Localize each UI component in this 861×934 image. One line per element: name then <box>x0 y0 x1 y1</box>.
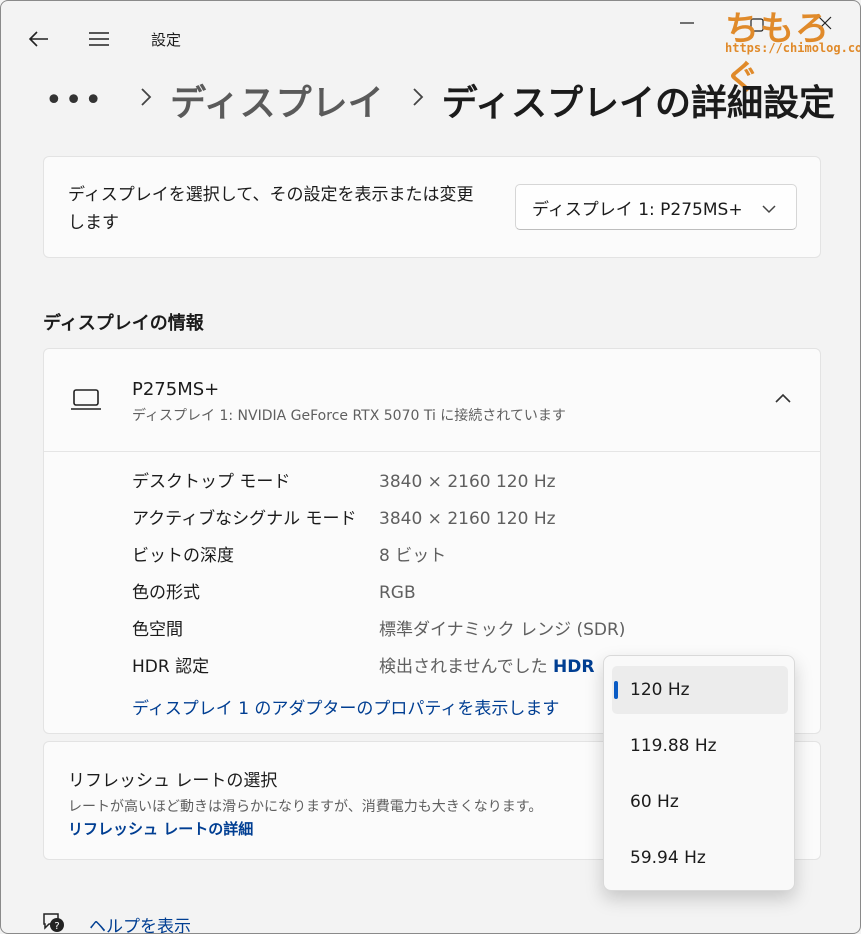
prop-label: ビットの深度 <box>132 546 234 566</box>
hdr-link[interactable]: HDR <box>553 657 594 677</box>
app-title: 設定 <box>151 31 182 49</box>
select-display-card: ディスプレイを選択して、その設定を表示または変更します ディスプレイ 1: P2… <box>43 156 821 258</box>
display-dropdown-value: ディスプレイ 1: P275MS+ <box>532 199 743 220</box>
display-info-header[interactable]: P275MS+ ディスプレイ 1: NVIDIA GeForce RTX 507… <box>44 349 820 452</box>
breadcrumb-item-display[interactable]: ディスプレイ <box>170 74 383 126</box>
hdr-status: 検出されませんでした HDR <box>379 654 594 680</box>
prop-label: 色の形式 <box>132 583 200 603</box>
title-bar: 設定 ちもろぐ https://chimolog.co/ <box>1 1 861 98</box>
adapter-properties-link[interactable]: ディスプレイ 1 のアダプターのプロパティを表示します <box>132 694 559 719</box>
settings-window: 設定 ちもろぐ https://chimolog.co/ ••• ディスプレイ … <box>0 0 861 934</box>
option-label: 59.94 Hz <box>630 848 706 868</box>
back-arrow-icon[interactable] <box>23 23 55 55</box>
help-link-row[interactable]: ? ヘルプを表示 <box>41 911 191 934</box>
prop-value: 標準ダイナミック レンジ (SDR) <box>379 620 626 640</box>
selection-indicator <box>614 681 618 699</box>
prop-label: アクティブなシグナル モード <box>132 509 357 529</box>
prop-label: デスクトップ モード <box>132 472 291 492</box>
chevron-up-icon[interactable] <box>774 389 792 408</box>
option-label: 119.88 Hz <box>630 736 717 756</box>
refresh-rate-option[interactable]: 119.88 Hz <box>612 722 788 770</box>
chevron-right-icon <box>412 87 424 113</box>
prop-value: 3840 × 2160 120 Hz <box>379 472 556 492</box>
option-label: 60 Hz <box>630 792 679 812</box>
display-name: P275MS+ <box>132 379 220 400</box>
minimize-icon[interactable] <box>673 13 701 33</box>
prop-value: 検出されませんでした <box>379 657 548 677</box>
watermark-url: https://chimolog.co/ <box>725 41 861 55</box>
display-dropdown[interactable]: ディスプレイ 1: P275MS+ <box>515 184 797 230</box>
chevron-down-icon <box>762 199 776 219</box>
refresh-rate-option[interactable]: 59.94 Hz <box>612 834 788 882</box>
laptop-icon <box>70 389 102 415</box>
select-display-description: ディスプレイを選択して、その設定を表示または変更します <box>68 185 474 233</box>
prop-value: RGB <box>379 583 416 603</box>
refresh-rate-option[interactable]: 60 Hz <box>612 778 788 826</box>
page-title: ディスプレイの詳細設定 <box>441 83 836 124</box>
svg-text:?: ? <box>54 921 59 932</box>
refresh-rate-description: レートが高いほど動きは滑らかになりますが、消費電力も大きくなります。 <box>68 799 543 815</box>
prop-value: 3840 × 2160 120 Hz <box>379 509 556 529</box>
help-label: ヘルプを表示 <box>89 916 191 934</box>
breadcrumb: ••• ディスプレイ ディスプレイの詳細設定 <box>45 75 835 125</box>
section-title-display-info: ディスプレイの情報 <box>43 313 204 334</box>
refresh-rate-details-link[interactable]: リフレッシュ レートの詳細 <box>68 818 253 839</box>
chevron-right-icon <box>140 87 152 113</box>
refresh-rate-title: リフレッシュ レートの選択 <box>68 771 278 791</box>
prop-value: 8 ビット <box>379 546 447 566</box>
refresh-rate-dropdown-list: 120 Hz 119.88 Hz 60 Hz 59.94 Hz <box>603 655 795 891</box>
display-connection: ディスプレイ 1: NVIDIA GeForce RTX 5070 Ti に接続… <box>132 408 566 424</box>
refresh-rate-option[interactable]: 120 Hz <box>612 666 788 714</box>
option-label: 120 Hz <box>630 680 690 700</box>
prop-label: HDR 認定 <box>132 657 210 677</box>
hamburger-menu-icon[interactable] <box>83 23 115 55</box>
prop-label: 色空間 <box>132 620 183 640</box>
help-icon: ? <box>41 911 67 933</box>
breadcrumb-more-button[interactable]: ••• <box>45 83 104 118</box>
